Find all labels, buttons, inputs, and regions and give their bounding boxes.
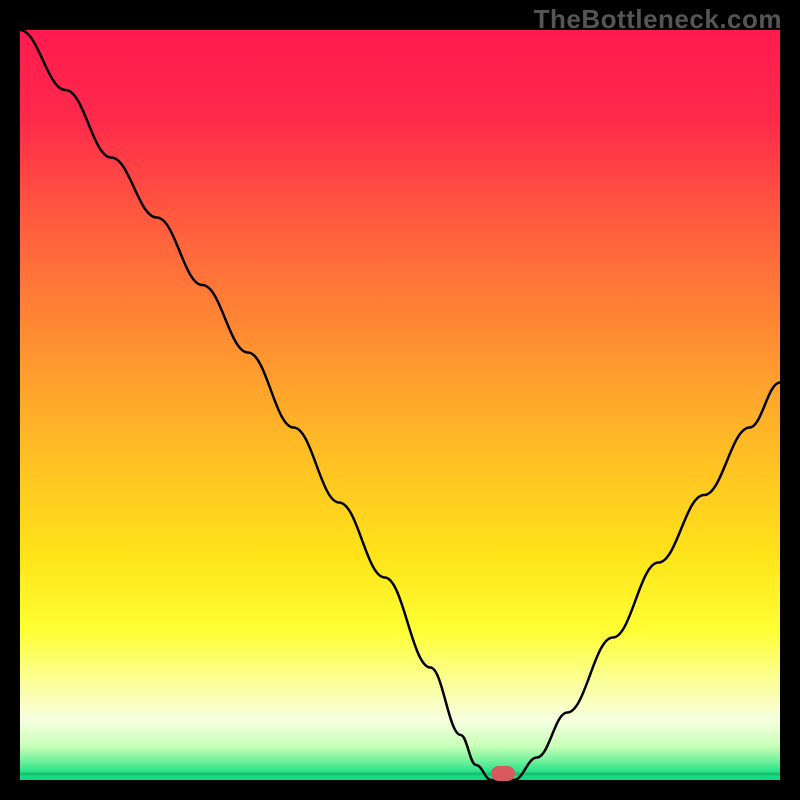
chart-frame: TheBottleneck.com: [0, 0, 800, 800]
plot-area: [20, 30, 780, 780]
bottleneck-chart: [20, 30, 780, 780]
watermark-text: TheBottleneck.com: [534, 4, 782, 35]
gradient-background: [20, 30, 780, 780]
optimal-marker: [491, 766, 515, 781]
